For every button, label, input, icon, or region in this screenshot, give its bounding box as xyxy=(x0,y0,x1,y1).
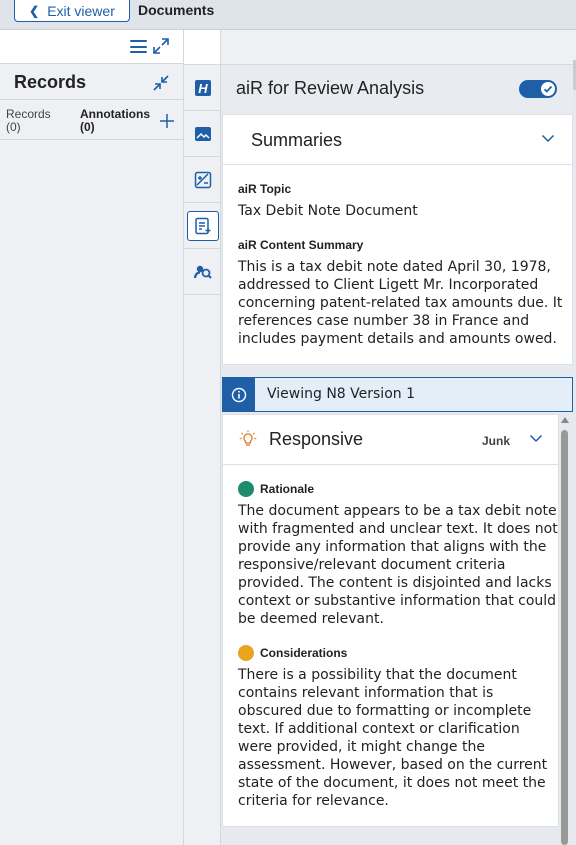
rationale-text: The document appears to be a tax debit n… xyxy=(238,503,558,627)
version-banner-text: Viewing N8 Version 1 xyxy=(267,386,415,402)
menu-icon[interactable] xyxy=(130,40,147,53)
air-review-icon xyxy=(194,217,210,234)
rail-item-highlights[interactable]: H xyxy=(184,65,221,111)
air-title: aiR for Review Analysis xyxy=(236,78,425,98)
search-person-icon xyxy=(193,265,212,279)
rail-item-air-review[interactable] xyxy=(184,203,221,249)
check-icon xyxy=(543,85,553,93)
chevron-down-icon[interactable] xyxy=(529,433,543,443)
summaries-header[interactable]: Summaries xyxy=(223,115,572,165)
rail-item-search-person[interactable] xyxy=(184,249,221,295)
svg-text:H: H xyxy=(198,81,208,96)
highlight-icon: H xyxy=(194,79,211,96)
info-icon xyxy=(223,378,255,411)
tab-records[interactable]: Records (0) xyxy=(6,108,51,134)
chevron-down-icon[interactable] xyxy=(541,133,555,143)
tab-annotations[interactable]: Annotations (0) xyxy=(80,108,150,134)
rationale-label: Rationale xyxy=(260,482,315,496)
version-banner: Viewing N8 Version 1 xyxy=(222,377,573,412)
top-bar: ❮ Exit viewer Documents xyxy=(0,0,576,30)
records-header: Records xyxy=(0,64,183,100)
considerations-label: Considerations xyxy=(260,646,348,660)
records-tabs: Records (0) Annotations (0) xyxy=(0,100,183,140)
content-summary-text: This is a tax debit note dated April 30,… xyxy=(238,259,563,347)
expand-icon[interactable] xyxy=(152,37,170,55)
chevron-left-icon: ❮ xyxy=(29,3,40,18)
air-header: aiR for Review Analysis xyxy=(221,65,573,113)
air-panel: aiR for Review Analysis Summaries aiR To… xyxy=(221,30,576,845)
icon-rail: H xyxy=(184,30,221,845)
content-summary-label: aiR Content Summary xyxy=(238,238,364,252)
lightbulb-icon xyxy=(239,430,257,446)
junk-tag: Junk xyxy=(482,434,511,448)
collapse-icon[interactable] xyxy=(152,74,170,92)
exit-viewer-label: Exit viewer xyxy=(47,2,115,19)
scrollbar-thumb[interactable] xyxy=(561,430,568,845)
rail-item-images[interactable] xyxy=(184,111,221,157)
considerations-dot xyxy=(238,645,254,661)
summaries-title: Summaries xyxy=(251,130,343,150)
air-topic-value: Tax Debit Note Document xyxy=(238,203,418,219)
redact-image-icon xyxy=(194,171,211,188)
rail-item-redact[interactable] xyxy=(184,157,221,203)
responsive-header[interactable]: Responsive Junk xyxy=(223,415,558,465)
air-toggle[interactable] xyxy=(519,80,557,98)
scroll-up-icon[interactable] xyxy=(561,417,569,423)
image-icon xyxy=(194,126,211,141)
card-scrollbar[interactable] xyxy=(560,417,569,845)
records-panel: Records Records (0) Annotations (0) xyxy=(0,30,184,845)
rationale-dot xyxy=(238,481,254,497)
records-title: Records xyxy=(14,72,87,92)
air-topic-label: aiR Topic xyxy=(238,182,292,196)
left-toolbar xyxy=(0,30,183,64)
exit-viewer-button[interactable]: ❮ Exit viewer xyxy=(14,0,130,22)
page-title: Documents xyxy=(138,2,215,18)
responsive-card: Responsive Junk Rationale The document a… xyxy=(222,414,559,827)
add-icon[interactable] xyxy=(158,112,176,130)
considerations-text: There is a possibility that the document… xyxy=(238,667,548,809)
main-toolbar xyxy=(221,30,576,65)
summaries-card: Summaries aiR Topic Tax Debit Note Docum… xyxy=(222,114,573,365)
responsive-title: Responsive xyxy=(269,429,364,449)
